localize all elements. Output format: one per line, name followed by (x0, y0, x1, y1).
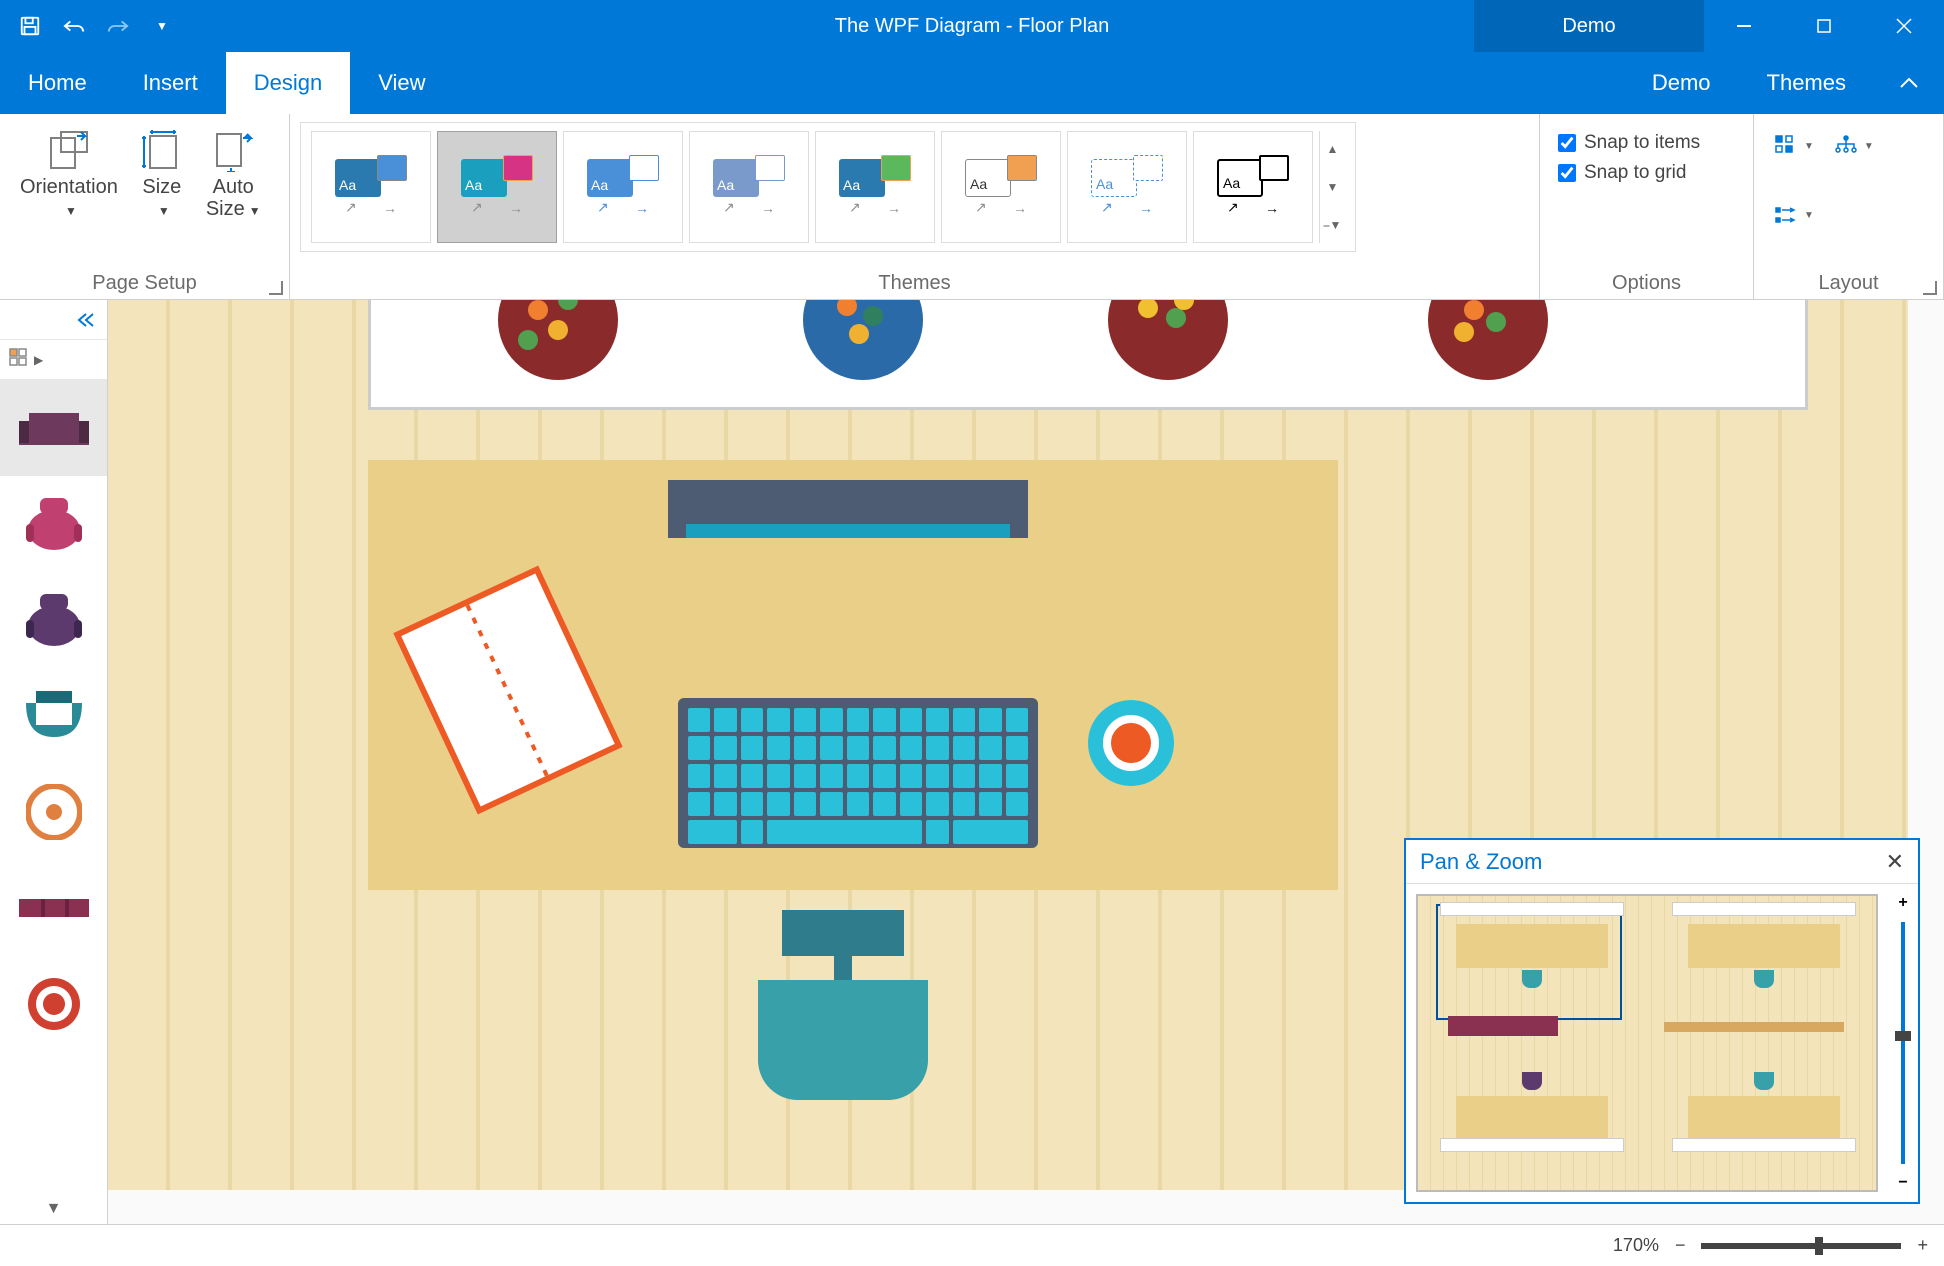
coffee-cup[interactable] (1088, 700, 1174, 786)
stencil-shape-target[interactable] (0, 764, 107, 860)
ribbon: Orientation▼ Size▼ Auto Size▼ Page Setup (0, 114, 1944, 300)
layout-distribute-button[interactable]: ▼ (1764, 198, 1824, 234)
stencil-shape-bench[interactable] (0, 860, 107, 956)
theme-item-3[interactable]: Aa↗→ (563, 131, 683, 243)
desk[interactable] (368, 460, 1338, 890)
stencil-category-icon[interactable] (8, 347, 28, 372)
zoom-out-icon[interactable]: − (1898, 1174, 1907, 1192)
title-bar: ▼ The WPF Diagram - Floor Plan Demo (0, 0, 1944, 52)
stencil-collapse-button[interactable] (0, 300, 107, 340)
pan-zoom-title: Pan & Zoom (1420, 849, 1542, 875)
ribbon-group-options: Snap to items Snap to grid Options (1540, 114, 1754, 299)
auto-size-label: Auto Size (206, 176, 254, 220)
qat-customize-button[interactable]: ▼ (144, 8, 180, 44)
collapse-ribbon-button[interactable] (1874, 52, 1944, 114)
orientation-button[interactable]: Orientation▼ (10, 122, 128, 224)
layout-tree-button[interactable]: ▼ (1824, 128, 1884, 164)
snap-to-grid-checkbox[interactable]: Snap to grid (1550, 158, 1694, 188)
stencil-shape-coffee-cup[interactable] (0, 956, 107, 1052)
page-setup-group-title: Page Setup (0, 267, 289, 299)
minimize-button[interactable] (1704, 0, 1784, 52)
layout-group-title: Layout (1754, 267, 1943, 299)
tab-design[interactable]: Design (226, 52, 350, 114)
tab-insert[interactable]: Insert (115, 52, 226, 114)
auto-size-icon (209, 126, 257, 174)
pan-zoom-view[interactable] (1406, 884, 1888, 1202)
keyboard[interactable] (678, 698, 1038, 848)
page-setup-dialog-launcher[interactable] (269, 281, 283, 295)
stencil-shape-sofa[interactable] (0, 380, 107, 476)
theme-item-8[interactable]: Aa↗→ (1193, 131, 1313, 243)
theme-gallery: Aa↗→ Aa↗→ Aa↗→ Aa↗→ Aa↗→ Aa↗→ Aa (300, 122, 1356, 252)
stencil-toolbar: ▶ (0, 340, 107, 380)
zoom-out-button[interactable]: − (1675, 1235, 1686, 1256)
main-area: ▶ ▼ (0, 300, 1944, 1224)
stencil-scroll-down[interactable]: ▼ (0, 1194, 107, 1224)
save-button[interactable] (12, 8, 48, 44)
redo-button[interactable] (100, 8, 136, 44)
status-bar: 170% − + (0, 1224, 1944, 1266)
zoom-in-button[interactable]: + (1917, 1235, 1928, 1256)
layout-dialog-launcher[interactable] (1923, 281, 1937, 295)
theme-item-4[interactable]: Aa↗→ (689, 131, 809, 243)
snap-to-grid-label: Snap to grid (1584, 162, 1686, 184)
stencil-shape-armchair-teal[interactable] (0, 668, 107, 764)
zoom-slider[interactable] (1701, 1243, 1901, 1249)
theme-item-2[interactable]: Aa↗→ (437, 131, 557, 243)
stencil-panel: ▶ ▼ (0, 300, 108, 1224)
theme-item-1[interactable]: Aa↗→ (311, 131, 431, 243)
snap-to-items-label: Snap to items (1584, 132, 1700, 154)
ribbon-group-themes: Aa↗→ Aa↗→ Aa↗→ Aa↗→ Aa↗→ Aa↗→ Aa (290, 114, 1540, 299)
ribbon-group-page-setup: Orientation▼ Size▼ Auto Size▼ Page Setup (0, 114, 290, 299)
tab-themes[interactable]: Themes (1739, 52, 1874, 114)
gallery-expand[interactable]: ⎯▼ (1320, 207, 1345, 243)
ribbon-tab-row: Home Insert Design View Demo Themes (0, 52, 1944, 114)
ribbon-group-layout: ▼ ▼ ▼ Layout (1754, 114, 1944, 299)
zoom-in-icon[interactable]: + (1898, 894, 1907, 912)
pan-zoom-window[interactable]: Pan & Zoom ✕ (1404, 838, 1920, 1204)
orientation-label: Orientation (20, 176, 118, 198)
stencil-shape-list (0, 380, 107, 1194)
monitor[interactable] (668, 480, 1028, 538)
stencil-shape-chair-purple[interactable] (0, 572, 107, 668)
snap-to-items-checkbox[interactable]: Snap to items (1550, 128, 1708, 158)
close-button[interactable] (1864, 0, 1944, 52)
pan-zoom-slider[interactable]: + − (1888, 884, 1918, 1202)
themes-group-title: Themes (290, 267, 1539, 299)
pan-zoom-header[interactable]: Pan & Zoom ✕ (1406, 840, 1918, 884)
demo-badge: Demo (1474, 0, 1704, 52)
auto-size-button[interactable]: Auto Size▼ (196, 122, 271, 224)
pan-zoom-close-button[interactable]: ✕ (1886, 849, 1904, 875)
quick-access-toolbar: ▼ (0, 8, 180, 44)
tab-demo[interactable]: Demo (1624, 52, 1739, 114)
undo-button[interactable] (56, 8, 92, 44)
stencil-shape-chair-pink[interactable] (0, 476, 107, 572)
diagram-canvas[interactable]: Pan & Zoom ✕ (108, 300, 1944, 1224)
orientation-icon (45, 126, 93, 174)
size-icon (138, 126, 186, 174)
size-button[interactable]: Size▼ (128, 122, 196, 224)
window-title: The WPF Diagram - Floor Plan (835, 15, 1110, 38)
maximize-button[interactable] (1784, 0, 1864, 52)
zoom-level-label: 170% (1613, 1235, 1659, 1256)
theme-item-6[interactable]: Aa↗→ (941, 131, 1061, 243)
theme-gallery-scroller: ▲ ▼ ⎯▼ (1319, 131, 1345, 243)
options-group-title: Options (1540, 267, 1753, 299)
theme-item-5[interactable]: Aa↗→ (815, 131, 935, 243)
tab-home[interactable]: Home (0, 52, 115, 114)
size-label: Size (142, 176, 181, 198)
stencil-expand-icon[interactable]: ▶ (34, 353, 43, 367)
window-buttons (1704, 0, 1944, 52)
gallery-scroll-up[interactable]: ▲ (1320, 131, 1345, 167)
theme-item-7[interactable]: Aa↗→ (1067, 131, 1187, 243)
notebook[interactable] (393, 566, 623, 815)
desk-chair[interactable] (758, 910, 928, 1096)
tab-view[interactable]: View (350, 52, 453, 114)
layout-align-button[interactable]: ▼ (1764, 128, 1824, 164)
gallery-scroll-down[interactable]: ▼ (1320, 169, 1345, 205)
